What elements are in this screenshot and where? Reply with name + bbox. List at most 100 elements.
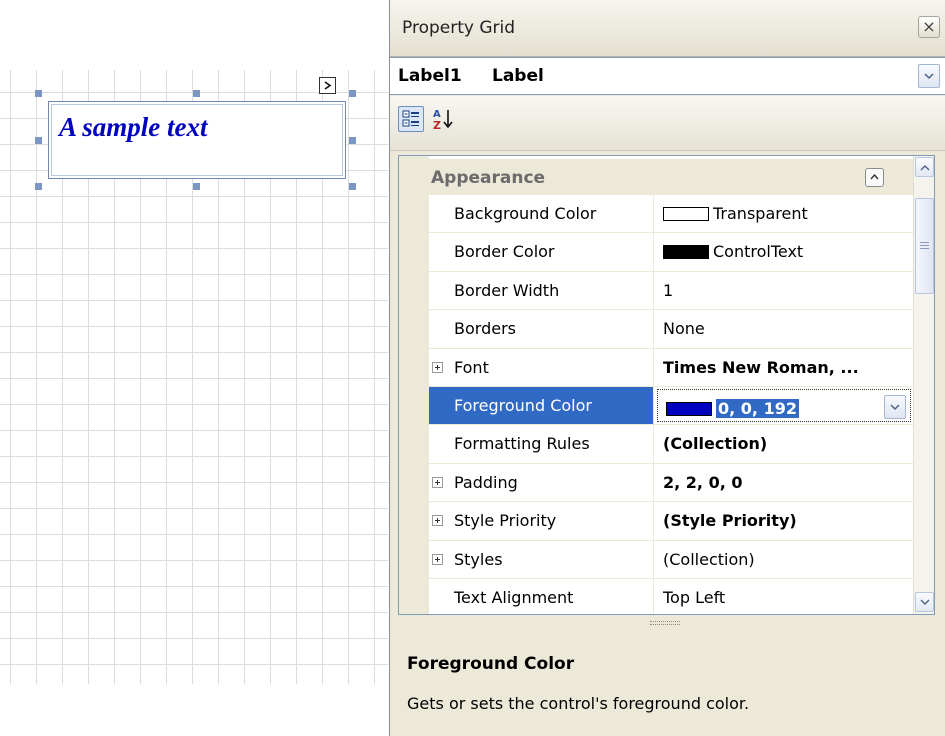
label-control[interactable]: A sample text [48, 101, 346, 179]
property-name-text: Padding [454, 472, 518, 492]
color-swatch [663, 245, 709, 260]
property-name: Text Alignment [429, 578, 654, 614]
property-row[interactable]: Border Color ControlText [429, 233, 913, 272]
property-value[interactable]: 2, 2, 0, 0 [655, 464, 913, 501]
property-value-text: 1 [663, 280, 674, 300]
color-swatch [663, 207, 709, 221]
expand-icon[interactable] [432, 361, 443, 373]
property-value[interactable]: 1 [655, 272, 913, 309]
property-name: Style Priority [429, 502, 654, 540]
property-value[interactable]: (Collection) [655, 541, 913, 578]
sort-alphabetical-icon[interactable]: A Z [430, 106, 456, 132]
property-value-text: Times New Roman, ... [663, 357, 859, 377]
property-name: Border Width [429, 271, 654, 310]
close-icon[interactable]: × [918, 16, 940, 38]
collapse-icon[interactable] [865, 168, 884, 187]
report-designer-surface[interactable]: A sample text [0, 0, 388, 736]
help-description: Gets or sets the control's foreground co… [407, 694, 750, 713]
property-value[interactable]: ControlText [655, 233, 913, 270]
property-row[interactable]: Text Alignment Top Left [429, 578, 913, 614]
property-value-text: (Style Priority) [663, 511, 797, 531]
smart-tag-icon[interactable] [319, 77, 336, 94]
resize-handle-bottom[interactable] [193, 183, 200, 190]
property-name: Font [429, 348, 654, 386]
property-name: Formatting Rules [429, 425, 654, 463]
property-name-text: Style Priority [454, 511, 557, 531]
property-grid-toolbar: A Z [390, 96, 945, 151]
row-gutter [399, 156, 429, 614]
label-control-text: A sample text [59, 112, 208, 142]
property-name-text: Text Alignment [454, 587, 574, 607]
designer-top-margin [0, 0, 388, 70]
designer-bottom-margin [0, 684, 388, 736]
property-row[interactable]: Style Priority (Style Priority) [429, 502, 913, 541]
property-value[interactable]: Transparent [655, 195, 913, 232]
property-value-text: ControlText [713, 242, 804, 262]
property-row[interactable]: Font Times New Roman, ... [429, 348, 913, 387]
property-name-text: Formatting Rules [454, 434, 590, 454]
property-value[interactable]: None [655, 310, 913, 347]
scroll-down-icon[interactable] [915, 592, 934, 612]
vertical-scrollbar[interactable] [913, 156, 934, 614]
expand-icon[interactable] [432, 476, 443, 488]
property-name: Foreground Color [429, 386, 654, 425]
property-value-text: (Collection) [663, 549, 755, 569]
property-value[interactable]: 0, 0, 192 [655, 387, 913, 424]
resize-handle-top-left[interactable] [35, 90, 42, 97]
resize-handle-bottom-right[interactable] [349, 183, 356, 190]
value-editor[interactable]: 0, 0, 192 [657, 388, 911, 423]
property-value-text: (Collection) [663, 434, 768, 454]
resize-handle-right[interactable] [349, 137, 356, 144]
property-row[interactable]: Styles (Collection) [429, 540, 913, 579]
property-name: Border Color [429, 233, 654, 271]
help-title: Foreground Color [407, 654, 575, 674]
property-value-text: Top Left [663, 587, 726, 607]
property-row[interactable]: Formatting Rules (Collection) [429, 425, 913, 464]
object-name: Label1 [398, 66, 462, 86]
property-name-text: Border Color [454, 242, 555, 262]
scrollbar-thumb[interactable] [915, 198, 934, 294]
property-value[interactable]: Times New Roman, ... [655, 349, 913, 386]
property-name-text: Border Width [454, 280, 560, 300]
categorized-icon[interactable] [398, 106, 424, 132]
resize-handle-top-right[interactable] [349, 90, 356, 97]
property-name: Borders [429, 310, 654, 348]
property-value-text: 0, 0, 192 [716, 398, 799, 418]
property-row[interactable]: Background Color Transparent [429, 195, 913, 234]
property-grid-panel: Property Grid × Label1 Label A Z Appeara… [389, 0, 945, 736]
property-row[interactable]: Padding 2, 2, 0, 0 [429, 463, 913, 503]
property-grid-titlebar: Property Grid × [390, 0, 945, 57]
property-value-text: Transparent [713, 204, 808, 223]
property-row[interactable]: Borders None [429, 310, 913, 349]
property-name: Styles [429, 540, 654, 578]
property-row[interactable]: Border Width 1 [429, 271, 913, 311]
property-name: Background Color [429, 195, 654, 233]
property-value-text: 2, 2, 0, 0 [663, 472, 743, 492]
splitter-grip[interactable] [650, 621, 680, 625]
category-header[interactable]: Appearance [399, 159, 913, 195]
object-selector[interactable]: Label1 Label [390, 57, 945, 95]
property-name-text: Foreground Color [454, 395, 592, 415]
scroll-up-icon[interactable] [915, 157, 934, 177]
property-name-text: Styles [454, 549, 503, 569]
property-name-text: Borders [454, 319, 516, 339]
resize-handle-left[interactable] [35, 137, 42, 144]
property-value[interactable]: Top Left [655, 579, 913, 614]
property-value[interactable]: (Style Priority) [655, 502, 913, 539]
property-rows: Background Color Transparent Border Color C… [429, 195, 913, 614]
expand-icon[interactable] [432, 553, 443, 565]
category-label: Appearance [431, 168, 546, 188]
property-value[interactable]: (Collection) [655, 425, 913, 462]
resize-handle-top[interactable] [193, 90, 200, 97]
color-swatch [666, 401, 712, 416]
property-name-text: Font [454, 357, 489, 377]
chevron-down-icon[interactable] [884, 394, 906, 419]
panel-title: Property Grid [402, 18, 516, 38]
resize-handle-bottom-left[interactable] [35, 183, 42, 190]
expand-icon[interactable] [432, 515, 443, 527]
chevron-down-icon[interactable] [918, 64, 940, 88]
help-pane: Foreground Color Gets or sets the contro… [398, 632, 935, 732]
property-row[interactable]: Foreground Color 0, 0, 192 [429, 386, 913, 426]
object-type: Label [492, 66, 544, 86]
property-name-text: Background Color [454, 204, 597, 223]
